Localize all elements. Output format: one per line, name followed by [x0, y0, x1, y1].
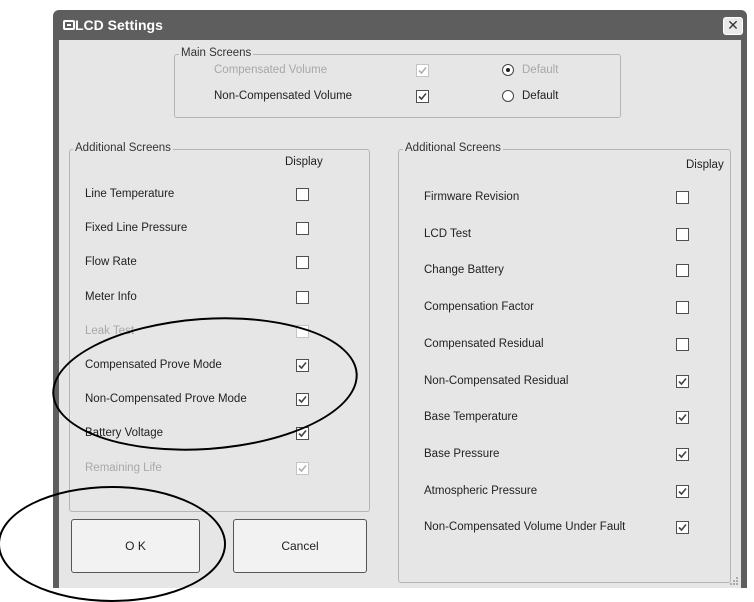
left-item-label: Leak Test [85, 324, 135, 337]
right-item-label: Atmospheric Pressure [424, 484, 538, 497]
cancel-button-label: Cancel [281, 539, 319, 553]
check-icon [678, 524, 687, 532]
window-title: LCD Settings [75, 17, 163, 33]
checkbox [296, 461, 309, 475]
default-radio-label: Default [522, 64, 559, 76]
main-screens-legend: Main Screens [179, 47, 254, 59]
left-item-label: Line Temperature [85, 188, 175, 200]
left-item-label: Battery Voltage [85, 427, 163, 440]
right-item-label: Firmware Revision [424, 191, 520, 203]
checkbox[interactable] [676, 191, 689, 204]
close-button[interactable]: ✕ [723, 17, 743, 35]
checkbox[interactable] [676, 337, 689, 351]
right-item-label: Base Temperature [424, 411, 518, 424]
checkbox[interactable] [676, 301, 689, 315]
main-screen-label: Compensated Volume [214, 64, 328, 76]
check-icon [298, 361, 307, 370]
check-icon [678, 414, 687, 422]
checkbox[interactable] [676, 484, 689, 498]
checkbox[interactable] [296, 290, 309, 304]
left-item-label: Non-Compensated Prove Mode [85, 393, 247, 406]
checkbox[interactable] [416, 90, 429, 103]
checkbox[interactable] [296, 427, 309, 441]
checkbox [296, 324, 309, 338]
checkbox[interactable] [676, 227, 689, 241]
checkbox[interactable] [296, 359, 309, 372]
ok-button-label: O K [125, 539, 146, 553]
close-icon: ✕ [727, 17, 739, 33]
dialog-body: Main Screens Compensated Volume Default No… [59, 40, 741, 588]
check-icon [418, 92, 427, 101]
checkbox[interactable] [676, 411, 689, 425]
ok-button[interactable]: O K [71, 519, 200, 573]
left-item-label: Remaining Life [85, 461, 162, 474]
cancel-button[interactable]: Cancel [233, 519, 367, 573]
check-icon [678, 377, 687, 385]
right-item-label: Non-Compensated Residual [424, 374, 569, 387]
main-screen-label: Non-Compensated Volume [214, 90, 353, 102]
right-item-label: Non-Compensated Volume Under Fault [424, 521, 626, 534]
right-item-label: Compensation Factor [424, 301, 534, 314]
checkbox[interactable] [296, 393, 309, 407]
right-item-label: LCD Test [424, 227, 472, 240]
left-display-header: Display [285, 156, 323, 168]
left-item-label: Flow Rate [85, 256, 137, 269]
checkbox[interactable] [676, 264, 689, 278]
title-bar[interactable]: LCD Settings ✕ [53, 10, 747, 40]
check-icon [418, 66, 427, 75]
checkbox[interactable] [296, 188, 309, 201]
left-additional-screens-legend: Additional Screens [73, 142, 173, 154]
check-icon [678, 487, 687, 495]
resize-grip-icon[interactable] [729, 576, 739, 586]
right-additional-screens-legend: Additional Screens [403, 142, 503, 154]
default-radio[interactable] [502, 90, 514, 102]
checkbox [416, 64, 429, 77]
check-icon [678, 450, 687, 459]
check-icon [298, 464, 307, 472]
right-item-label: Compensated Residual [424, 337, 544, 350]
checkbox[interactable] [296, 256, 309, 270]
right-item-label: Change Battery [424, 264, 504, 277]
checkbox[interactable] [676, 521, 689, 535]
right-additional-screens-group: Additional Screens [398, 142, 731, 583]
check-icon [298, 396, 307, 404]
default-radio[interactable] [502, 64, 514, 76]
default-radio-label: Default [522, 90, 559, 102]
lcd-settings-window: LCD Settings ✕ Main Screens Compensated … [53, 10, 747, 588]
check-icon [298, 430, 307, 438]
left-item-label: Fixed Line Pressure [85, 222, 188, 235]
right-display-header: Display [686, 159, 724, 171]
app-icon [63, 20, 75, 30]
checkbox[interactable] [676, 447, 689, 461]
checkbox[interactable] [676, 374, 689, 388]
checkbox[interactable] [296, 222, 309, 236]
left-item-label: Compensated Prove Mode [85, 359, 222, 371]
radio-dot [506, 68, 510, 72]
left-item-label: Meter Info [85, 290, 137, 303]
right-item-label: Base Pressure [424, 447, 500, 460]
